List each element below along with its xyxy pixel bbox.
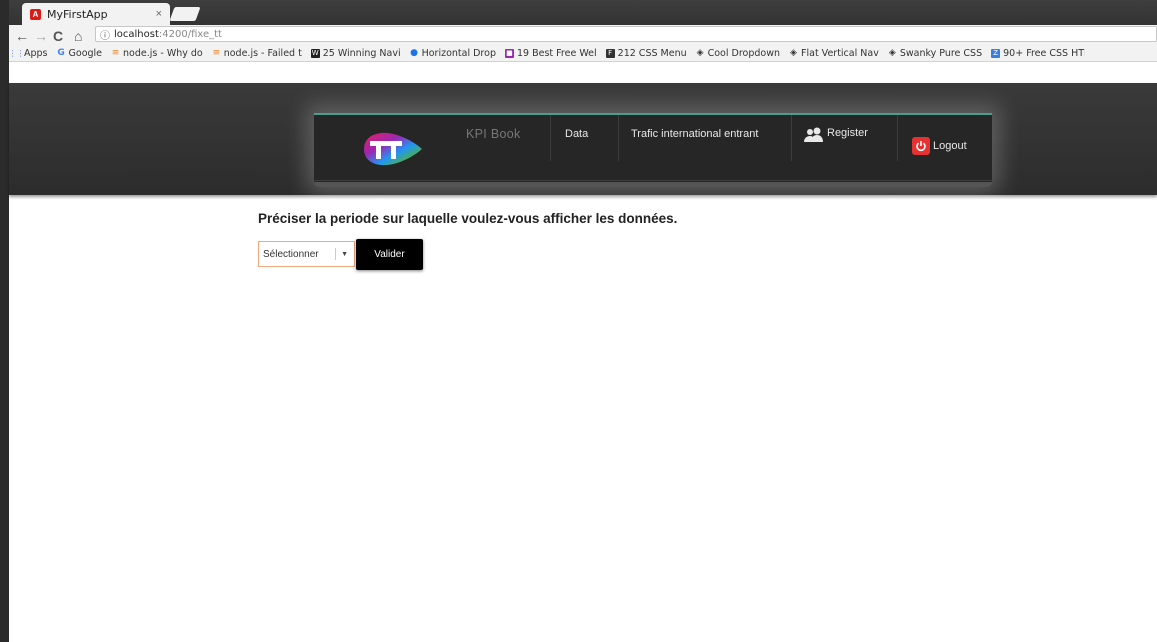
bookmark-label: 25 Winning Navi bbox=[322, 47, 401, 59]
site-header: KPI Book Data Trafic international entra… bbox=[9, 83, 1157, 195]
nav-panel: KPI Book Data Trafic international entra… bbox=[314, 113, 992, 187]
nav-item-register[interactable]: Register bbox=[804, 127, 868, 157]
page-title: Préciser la periode sur laquelle voulez-… bbox=[258, 211, 678, 226]
bookmark-item[interactable]: ≡ node.js - Why do bbox=[111, 48, 203, 59]
nav-inner-line bbox=[314, 180, 992, 181]
address-bar[interactable]: ⓘ localhost :4200/fixe_tt bbox=[95, 26, 1157, 42]
home-icon[interactable]: ⌂ bbox=[74, 28, 82, 44]
bookmark-label: Swanky Pure CSS bbox=[899, 47, 983, 59]
google-icon: G bbox=[57, 48, 65, 58]
forward-arrow-icon[interactable]: → bbox=[34, 28, 48, 44]
bookmark-item[interactable]: ◈ Swanky Pure CSS bbox=[888, 48, 982, 59]
square-icon: ■ bbox=[504, 48, 514, 58]
bookmark-item[interactable]: ■ 19 Best Free Wel bbox=[504, 47, 597, 59]
w-icon: W bbox=[310, 48, 320, 58]
browser-tabstrip: A MyFirstApp × bbox=[9, 0, 1157, 25]
codepen-icon: ◈ bbox=[888, 48, 896, 58]
circle-icon: ● bbox=[410, 48, 419, 58]
submit-button[interactable]: Valider bbox=[356, 239, 423, 270]
brand-title[interactable]: KPI Book bbox=[466, 127, 521, 157]
bookmark-label: Apps bbox=[24, 47, 48, 59]
bookmark-item[interactable]: F 212 CSS Menu bbox=[605, 47, 687, 59]
nav-separator bbox=[897, 115, 898, 161]
bookmark-label: Flat Vertical Nav bbox=[801, 47, 879, 59]
nav-item-data[interactable]: Data bbox=[565, 128, 588, 158]
tab-title: MyFirstApp bbox=[47, 7, 108, 21]
bookmark-item[interactable]: ≡ node.js - Failed t bbox=[212, 47, 302, 59]
register-label: Register bbox=[827, 127, 868, 139]
url-host: localhost bbox=[114, 28, 159, 40]
info-icon[interactable]: ⓘ bbox=[100, 27, 110, 42]
nav-item-logout[interactable]: Logout bbox=[912, 131, 967, 161]
url-path: :4200/fixe_tt bbox=[158, 28, 222, 40]
browser-toolbar: ← → C ⌂ ⓘ localhost :4200/fixe_tt ⋮⋮ Apps… bbox=[9, 25, 1157, 62]
back-arrow-icon[interactable]: ← bbox=[15, 28, 29, 44]
users-icon bbox=[804, 127, 823, 142]
bookmark-item[interactable]: ◈ Flat Vertical Nav bbox=[789, 48, 879, 59]
select-label: Sélectionner bbox=[263, 248, 319, 260]
bookmark-item[interactable]: G Google bbox=[57, 47, 103, 59]
nav-bottom-bar bbox=[314, 182, 992, 187]
bookmark-item[interactable]: W 25 Winning Navi bbox=[310, 47, 401, 59]
bookmark-item[interactable]: ⋮⋮ Apps bbox=[9, 47, 48, 59]
bookmark-label: Horizontal Drop bbox=[421, 47, 496, 59]
tt-logo[interactable] bbox=[361, 131, 423, 167]
f-icon: F bbox=[605, 48, 615, 58]
bookmark-label: node.js - Why do bbox=[123, 47, 203, 59]
bookmark-label: Cool Dropdown bbox=[707, 47, 781, 59]
z-icon: Z bbox=[991, 48, 1001, 58]
bookmark-item[interactable]: ◈ Cool Dropdown bbox=[696, 48, 780, 59]
period-select[interactable]: Sélectionner ▼ bbox=[258, 241, 355, 267]
bookmark-label: Google bbox=[68, 47, 103, 59]
nav-separator bbox=[618, 115, 619, 161]
apps-grid-icon: ⋮⋮ bbox=[9, 48, 25, 58]
browser-tab[interactable]: A MyFirstApp × bbox=[22, 3, 170, 25]
reload-icon[interactable]: C bbox=[53, 28, 63, 44]
window-left-edge bbox=[0, 0, 9, 642]
angular-icon: A bbox=[30, 8, 41, 20]
bookmark-label: node.js - Failed t bbox=[223, 47, 302, 59]
new-tab-button[interactable] bbox=[169, 7, 201, 21]
select-divider bbox=[335, 248, 337, 260]
logout-label: Logout bbox=[933, 140, 967, 152]
nav-separator bbox=[550, 115, 551, 161]
bookmark-item[interactable]: ● Horizontal Drop bbox=[410, 48, 496, 59]
bookmark-label: 212 CSS Menu bbox=[617, 47, 687, 59]
codepen-icon: ◈ bbox=[696, 48, 704, 58]
power-icon bbox=[912, 137, 930, 155]
nav-separator bbox=[791, 115, 792, 161]
nav-item-trafic[interactable]: Trafic international entrant bbox=[631, 128, 758, 158]
bookmark-item[interactable]: Z 90+ Free CSS HTI bbox=[991, 48, 1085, 59]
codepen-icon: ◈ bbox=[790, 48, 797, 58]
close-icon[interactable]: × bbox=[156, 8, 162, 20]
bookmark-label: 19 Best Free Wel bbox=[516, 47, 597, 59]
stackoverflow-icon: ≡ bbox=[111, 48, 120, 58]
stackoverflow-icon: ≡ bbox=[212, 48, 220, 58]
chevron-down-icon: ▼ bbox=[341, 250, 348, 258]
bookmarks-bar: ⋮⋮ Apps G Google ≡ node.js - Why do ≡ node.js -… bbox=[9, 44, 1157, 62]
bookmark-label: 90+ Free CSS HTI bbox=[1003, 47, 1086, 59]
